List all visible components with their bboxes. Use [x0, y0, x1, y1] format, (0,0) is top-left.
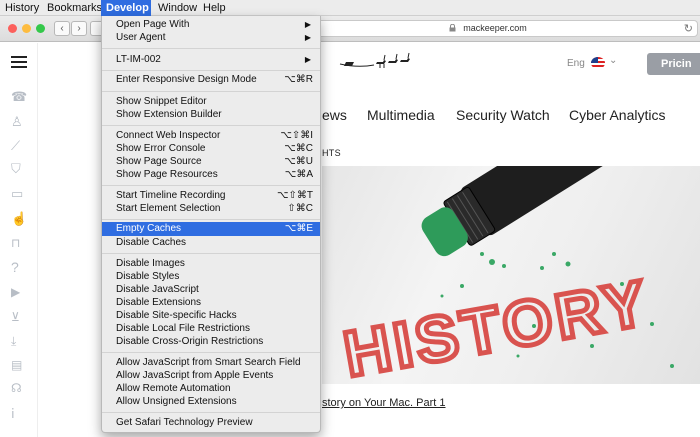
reload-icon[interactable]: ↻ — [684, 22, 693, 35]
language-label[interactable]: Eng — [567, 58, 585, 69]
menu-item-empty-caches[interactable]: Empty Caches ⌥⌘E — [102, 222, 320, 236]
antivirus-icon[interactable]: ☊ — [11, 381, 22, 395]
hero-image[interactable]: HISTORY — [322, 166, 700, 384]
menu-help[interactable]: Help — [198, 0, 231, 16]
menu-separator — [102, 352, 320, 353]
minimize-window-button[interactable] — [22, 24, 31, 33]
nav-multimedia[interactable]: Multimedia — [367, 107, 435, 123]
menu-item-disable-caches[interactable]: Disable Caches — [102, 236, 320, 249]
menu-item-disable-local-file-restrictions[interactable]: Disable Local File Restrictions — [102, 322, 320, 335]
shield-icon[interactable]: ⛉ — [11, 161, 21, 177]
nav-news[interactable]: ews — [322, 107, 347, 123]
menu-item-allow-unsigned-extensions[interactable]: Allow Unsigned Extensions — [102, 395, 320, 408]
hero-history-word: HISTORY — [339, 266, 656, 384]
submenu-arrow-icon: ▶ — [304, 33, 311, 42]
card-icon[interactable]: ▤ — [11, 358, 22, 372]
menu-bar: History Bookmarks Develop Window Help — [0, 0, 700, 16]
question-icon[interactable]: ? — [11, 259, 19, 275]
back-button[interactable]: ‹ — [54, 21, 70, 36]
menu-item-disable-styles[interactable]: Disable Styles — [102, 270, 320, 283]
menu-separator — [102, 185, 320, 186]
menu-item-allow-remote-automation[interactable]: Allow Remote Automation — [102, 382, 320, 395]
menu-separator — [102, 91, 320, 92]
support-icon[interactable]: ☎ — [11, 89, 27, 105]
chevron-right-icon: › — [77, 23, 81, 34]
forward-button[interactable]: › — [71, 21, 87, 36]
menu-separator — [102, 48, 320, 49]
menu-separator — [102, 253, 320, 254]
padlock-icon[interactable]: ⊓ — [11, 236, 20, 250]
menu-separator — [102, 70, 320, 71]
menu-separator — [102, 412, 320, 413]
address-url: mackeeper.com — [463, 23, 527, 33]
submenu-arrow-icon: ▶ — [304, 20, 311, 29]
menu-develop[interactable]: Develop — [101, 0, 151, 16]
cart-icon[interactable]: ⊻ — [11, 310, 20, 324]
address-bar[interactable]: mackeeper.com ↻ — [292, 20, 698, 37]
menu-item-disable-javascript[interactable]: Disable JavaScript — [102, 283, 320, 296]
develop-menu: Open Page With ▶ User Agent ▶ LT-IM-002 ▶ E… — [101, 16, 321, 433]
menu-item-show-page-source[interactable]: Show Page Source ⌥⌘U — [102, 155, 320, 168]
menu-item-start-element-selection[interactable]: Start Element Selection ⇧⌘C — [102, 202, 320, 215]
menu-item-user-agent[interactable]: User Agent ▶ — [102, 31, 320, 44]
video-icon[interactable]: ▶ — [11, 285, 20, 299]
hamburger-menu-icon[interactable] — [11, 56, 27, 68]
nav-security-watch[interactable]: Security Watch — [456, 107, 550, 123]
monitor-icon[interactable]: ▭ — [11, 186, 23, 202]
user-icon[interactable]: ♙ — [11, 114, 23, 130]
pricing-button[interactable]: Pricin — [647, 53, 700, 75]
menu-item-disable-images[interactable]: Disable Images — [102, 257, 320, 270]
us-flag-icon[interactable] — [591, 57, 605, 69]
hand-icon[interactable]: ☝ — [11, 211, 27, 227]
info-icon[interactable]: ⅰ — [11, 406, 15, 422]
menu-item-open-page-with[interactable]: Open Page With ▶ — [102, 18, 320, 31]
chevron-down-icon[interactable]: ⌄ — [609, 55, 617, 66]
menu-item-allow-js-smart-search[interactable]: Allow JavaScript from Smart Search Field — [102, 356, 320, 369]
menu-item-show-snippet-editor[interactable]: Show Snippet Editor — [102, 95, 320, 108]
menu-item-lt-im-002[interactable]: LT-IM-002 ▶ — [102, 53, 320, 66]
menu-separator — [102, 125, 320, 126]
menu-item-get-safari-technology-preview[interactable]: Get Safari Technology Preview — [102, 416, 320, 429]
broom-icon[interactable]: ⟋ — [11, 138, 20, 154]
menu-item-show-error-console[interactable]: Show Error Console ⌥⌘C — [102, 142, 320, 155]
menu-separator — [102, 219, 320, 220]
nav-cyber-analytics[interactable]: Cyber Analytics — [569, 107, 665, 123]
chevron-left-icon: ‹ — [60, 23, 64, 34]
reindeer-sleigh-icon — [339, 52, 410, 68]
menu-item-allow-js-apple-events[interactable]: Allow JavaScript from Apple Events — [102, 369, 320, 382]
menu-history[interactable]: History — [0, 0, 44, 16]
menu-bookmarks[interactable]: Bookmarks — [42, 0, 107, 16]
menu-window[interactable]: Window — [153, 0, 202, 16]
sub-nav-label[interactable]: HTS — [322, 148, 341, 158]
download-icon[interactable]: ⤓ — [11, 334, 16, 349]
menu-item-responsive-design-mode[interactable]: Enter Responsive Design Mode ⌥⌘R — [102, 73, 320, 86]
menu-item-show-extension-builder[interactable]: Show Extension Builder — [102, 108, 320, 121]
menu-item-start-timeline-recording[interactable]: Start Timeline Recording ⌥⇧⌘T — [102, 189, 320, 202]
menu-item-show-page-resources[interactable]: Show Page Resources ⌥⌘A — [102, 168, 320, 181]
menu-item-disable-cross-origin-restrictions[interactable]: Disable Cross-Origin Restrictions — [102, 335, 320, 348]
menu-item-disable-site-specific-hacks[interactable]: Disable Site-specific Hacks — [102, 309, 320, 322]
close-window-button[interactable] — [8, 24, 17, 33]
article-link[interactable]: story on Your Mac. Part 1 — [322, 397, 446, 409]
submenu-arrow-icon: ▶ — [304, 55, 311, 64]
sidebar-button[interactable] — [90, 21, 101, 36]
menu-item-disable-extensions[interactable]: Disable Extensions — [102, 296, 320, 309]
zoom-window-button[interactable] — [36, 24, 45, 33]
menu-item-connect-web-inspector[interactable]: Connect Web Inspector ⌥⇧⌘I — [102, 129, 320, 142]
